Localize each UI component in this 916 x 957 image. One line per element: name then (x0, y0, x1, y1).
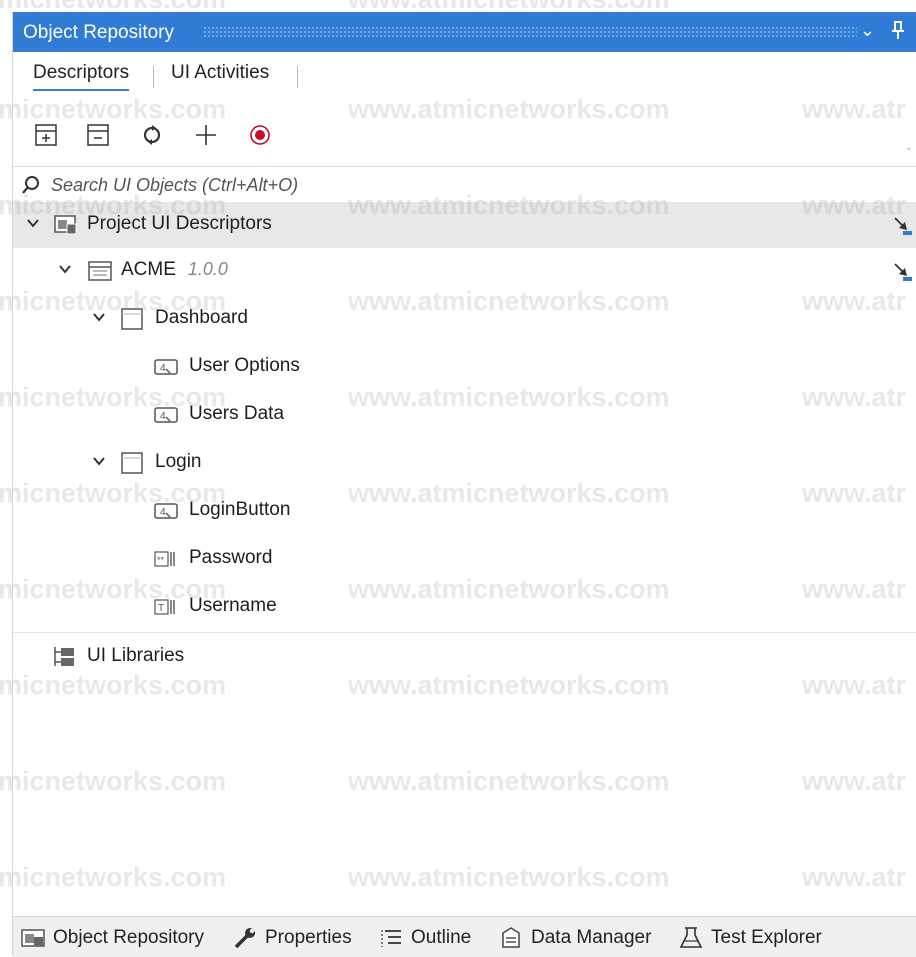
toolbar-overflow-icon[interactable]: ⌄ (905, 142, 913, 153)
outline-icon (381, 930, 401, 947)
panel-titlebar: Object Repository ⌄ (13, 12, 916, 52)
tree-row-element-password[interactable]: ** Password (13, 536, 916, 582)
tree-label: Login (155, 451, 202, 472)
chevron-down-icon[interactable]: ⌄ (860, 20, 875, 41)
ui-libraries-icon (51, 644, 77, 670)
import-descriptors-icon[interactable] (891, 214, 913, 236)
expand-all-icon[interactable] (31, 120, 61, 150)
record-icon[interactable] (245, 120, 275, 150)
svg-text:T: T (158, 603, 164, 614)
tab-ui-activities[interactable]: UI Activities (171, 62, 269, 89)
search-input[interactable] (51, 171, 751, 199)
project-descriptors-icon (53, 212, 79, 238)
svg-text:4: 4 (160, 363, 166, 374)
svg-text:4: 4 (160, 507, 166, 518)
tab-outline[interactable]: Outline (379, 925, 471, 951)
tree-label: Dashboard (155, 307, 248, 328)
screen-icon (119, 450, 145, 476)
tree-row-element-users-data[interactable]: 4 Users Data (13, 392, 916, 438)
svg-text:4: 4 (160, 411, 166, 422)
tab-separator (297, 66, 298, 88)
search-icon (21, 175, 41, 195)
data-manager-icon (502, 927, 520, 948)
tree-row-element-login-button[interactable]: 4 LoginButton (13, 488, 916, 534)
object-repository-icon (21, 929, 45, 947)
add-icon[interactable] (191, 120, 221, 150)
panel-title: Object Repository (23, 22, 175, 43)
tree-label: Users Data (189, 403, 285, 424)
tree-label: Password (189, 547, 273, 568)
tree-row-acme-app[interactable]: ACME 1.0.0 (13, 248, 916, 294)
tab-object-repository[interactable]: Object Repository (21, 925, 204, 951)
tree-label: UI Libraries (87, 645, 185, 666)
collapse-all-icon[interactable] (83, 120, 113, 150)
svg-text:**: ** (157, 555, 165, 565)
app-version: 1.0.0 (187, 259, 228, 279)
tree-row-project-descriptors[interactable]: Project UI Descriptors (13, 202, 916, 248)
chevron-down-icon[interactable] (57, 261, 77, 281)
bottom-tab-label: Properties (265, 927, 352, 948)
bottom-tab-label: Object Repository (53, 927, 205, 948)
search-bar (13, 166, 916, 204)
descriptor-tabs: Descriptors UI Activities (13, 52, 916, 104)
ui-element-icon: 4 (153, 402, 179, 428)
tree-label: Username (189, 595, 277, 616)
application-icon (87, 258, 113, 284)
tree-row-element-user-options[interactable]: 4 User Options (13, 344, 916, 390)
tree-row-screen-dashboard[interactable]: Dashboard (13, 296, 916, 342)
bottom-tab-label: Outline (411, 927, 472, 948)
screen-icon (119, 306, 145, 332)
ui-element-icon: 4 (153, 498, 179, 524)
titlebar-grip-pattern (203, 26, 857, 38)
bottom-tab-label: Data Manager (531, 927, 652, 948)
tree-label: Project UI Descriptors (87, 213, 272, 234)
repository-toolbar: ⌄ (13, 112, 916, 158)
tab-test-explorer[interactable]: Test Explorer (679, 925, 822, 951)
text-field-icon: T (153, 594, 179, 620)
chevron-down-icon[interactable] (91, 453, 111, 473)
app-name: ACME (121, 259, 176, 280)
import-descriptors-icon[interactable] (891, 260, 913, 282)
tree-row-ui-libraries[interactable]: UI Libraries (13, 634, 916, 680)
tree-row-element-username[interactable]: T Username (13, 584, 916, 630)
tree-label: ACME 1.0.0 (121, 259, 228, 281)
tree-divider (13, 632, 916, 633)
tab-descriptors[interactable]: Descriptors (33, 62, 130, 91)
wrench-icon (234, 928, 255, 949)
refresh-icon[interactable] (137, 120, 167, 150)
tree-label: LoginButton (189, 499, 291, 520)
pin-icon[interactable] (891, 20, 905, 45)
bottom-tab-label: Test Explorer (711, 927, 822, 948)
tab-separator (153, 66, 154, 88)
chevron-down-icon[interactable] (91, 309, 111, 329)
flask-icon (679, 927, 703, 948)
tree-row-screen-login[interactable]: Login (13, 440, 916, 486)
bottom-panel-tabs: Object Repository Properties Outline Dat… (13, 916, 916, 957)
password-field-icon: ** (153, 546, 179, 572)
tab-data-manager[interactable]: Data Manager (499, 925, 651, 951)
ui-element-icon: 4 (153, 354, 179, 380)
object-repository-panel: Object Repository ⌄ Descriptors UI Activ… (12, 12, 916, 957)
tab-properties[interactable]: Properties (233, 925, 352, 951)
tree-label: User Options (189, 355, 300, 376)
chevron-down-icon[interactable] (25, 215, 45, 235)
